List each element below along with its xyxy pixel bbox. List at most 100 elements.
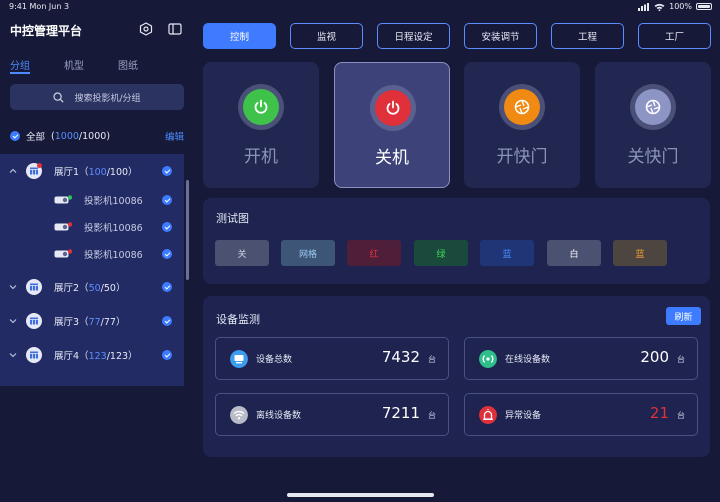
group-label: 展厅2（50/50） <box>54 283 126 294</box>
power-off-label: 关机 <box>375 148 409 168</box>
projector-label: 投影机10086 <box>84 196 143 207</box>
shutter-close-label: 关快门 <box>627 147 679 167</box>
shutter-close-ring <box>630 84 676 130</box>
projector-icon <box>54 222 72 231</box>
alarm-icon <box>479 406 497 424</box>
sidebar-tabs: 分组 机型 图纸 <box>10 57 172 72</box>
projector-icon <box>54 195 72 204</box>
shutter-open-button[interactable]: 开快门 <box>464 62 580 188</box>
check-icon[interactable] <box>162 316 172 326</box>
nav-schedule[interactable]: 日程设定 <box>377 23 450 49</box>
projector-row[interactable]: 投影机10086 <box>0 241 184 267</box>
stat-value: 7211 <box>381 404 420 422</box>
device-monitor-panel: 设备监测 刷新 设备总数 7432 台 在线设备数 200 台 离线设备数 72… <box>203 296 710 457</box>
shutter-close-button[interactable]: 关快门 <box>595 62 711 188</box>
group-row-hall2[interactable]: 展厅2（50/50） <box>0 274 184 300</box>
check-icon[interactable] <box>162 350 172 360</box>
pattern-off-button[interactable]: 关 <box>215 240 269 266</box>
edit-button[interactable]: 编辑 <box>165 129 184 143</box>
group-row-hall1[interactable]: 展厅1（100/100） <box>0 158 184 184</box>
nav-install[interactable]: 安装调节 <box>464 23 537 49</box>
test-pattern-panel: 测试图 关 网格 红 绿 蓝 白 蓝 <box>203 198 710 284</box>
sidebar-toggle-icon[interactable] <box>168 22 182 36</box>
group-label: 展厅3（77/77） <box>54 317 126 328</box>
group-row-hall3[interactable]: 展厅3（77/77） <box>0 308 184 334</box>
home-indicator[interactable] <box>287 493 434 497</box>
pattern-green-button[interactable]: 绿 <box>414 240 468 266</box>
offline-wifi-icon <box>230 406 248 424</box>
group-row-hall4[interactable]: 展厅4（123/123） <box>0 342 184 368</box>
chevron-down-icon[interactable] <box>9 317 17 325</box>
sidebar-scrollbar[interactable] <box>186 180 189 280</box>
stat-total-devices: 设备总数 7432 台 <box>215 337 449 380</box>
group-tree: 展厅1（100/100） 投影机10086 投影机10086 投影机10086 … <box>0 154 184 386</box>
pattern-red-button[interactable]: 红 <box>347 240 401 266</box>
chevron-down-icon[interactable] <box>9 283 17 291</box>
search-icon <box>53 91 65 103</box>
hall-icon <box>26 279 42 295</box>
tab-model[interactable]: 机型 <box>64 57 118 72</box>
chevron-up-icon[interactable] <box>9 167 17 175</box>
nav-engineering[interactable]: 工程 <box>551 23 624 49</box>
refresh-button[interactable]: 刷新 <box>666 307 701 325</box>
pattern-blue-button[interactable]: 蓝 <box>480 240 534 266</box>
shutter-icon <box>504 89 540 125</box>
chevron-down-icon[interactable] <box>9 351 17 359</box>
projector-label: 投影机10086 <box>84 250 143 261</box>
stat-value: 21 <box>649 404 669 422</box>
test-pattern-title: 测试图 <box>216 212 249 225</box>
select-all-row[interactable]: 全部 (1000/1000) 编辑 <box>10 128 184 144</box>
tab-group[interactable]: 分组 <box>10 57 64 72</box>
battery-percent: 100% <box>669 2 692 11</box>
projector-icon <box>54 249 72 258</box>
tab-underline <box>10 72 30 74</box>
stat-label: 异常设备 <box>505 411 542 421</box>
projector-row[interactable]: 投影机10086 <box>0 214 184 240</box>
stat-offline-devices: 离线设备数 7211 台 <box>215 393 449 436</box>
power-icon <box>375 90 411 126</box>
stat-online-devices: 在线设备数 200 台 <box>464 337 698 380</box>
nav-monitor[interactable]: 监视 <box>290 23 363 49</box>
power-on-button[interactable]: 开机 <box>203 62 319 188</box>
projector-row[interactable]: 投影机10086 <box>0 187 184 213</box>
status-bar: 9:41 Mon Jun 3 100% <box>0 0 720 14</box>
power-icon <box>243 89 279 125</box>
hall-icon <box>26 313 42 329</box>
online-signal-icon <box>479 350 497 368</box>
projector-label: 投影机10086 <box>84 223 143 234</box>
pattern-blue-2-button[interactable]: 蓝 <box>613 240 667 266</box>
check-icon[interactable] <box>162 222 172 232</box>
pattern-white-button[interactable]: 白 <box>547 240 601 266</box>
signal-icon <box>638 2 650 11</box>
group-label: 展厅4（123/123） <box>54 351 138 362</box>
hall-icon <box>26 163 42 179</box>
stat-value: 7432 <box>381 348 420 366</box>
stat-label: 在线设备数 <box>505 355 551 365</box>
tab-drawing[interactable]: 图纸 <box>118 57 172 72</box>
hexagon-settings-icon[interactable] <box>139 22 153 36</box>
shutter-open-label: 开快门 <box>496 147 548 167</box>
power-off-ring <box>370 85 416 131</box>
stat-unit: 台 <box>428 355 436 364</box>
nav-factory[interactable]: 工厂 <box>638 23 711 49</box>
nav-control[interactable]: 控制 <box>203 23 276 49</box>
stat-value: 200 <box>640 348 669 366</box>
search-input[interactable]: 搜索投影机/分组 <box>10 84 184 110</box>
stat-unit: 台 <box>428 411 436 420</box>
shutter-icon <box>635 89 671 125</box>
check-icon[interactable] <box>162 166 172 176</box>
status-right: 100% <box>638 2 712 11</box>
power-off-button[interactable]: 关机 <box>334 62 450 188</box>
top-nav: 控制 监视 日程设定 安装调节 工程 工厂 <box>203 23 711 49</box>
wifi-icon <box>654 3 665 11</box>
power-on-label: 开机 <box>244 147 278 167</box>
check-icon[interactable] <box>10 131 20 141</box>
check-icon[interactable] <box>162 282 172 292</box>
all-count: (1000/1000) <box>51 130 111 142</box>
check-icon[interactable] <box>162 195 172 205</box>
status-time: 9:41 Mon Jun 3 <box>9 2 70 11</box>
sidebar: 中控管理平台 分组 机型 图纸 搜索投影机/分组 全部 (1000/1000) … <box>0 14 190 502</box>
hall-icon <box>26 347 42 363</box>
check-icon[interactable] <box>162 249 172 259</box>
pattern-grid-button[interactable]: 网格 <box>281 240 335 266</box>
